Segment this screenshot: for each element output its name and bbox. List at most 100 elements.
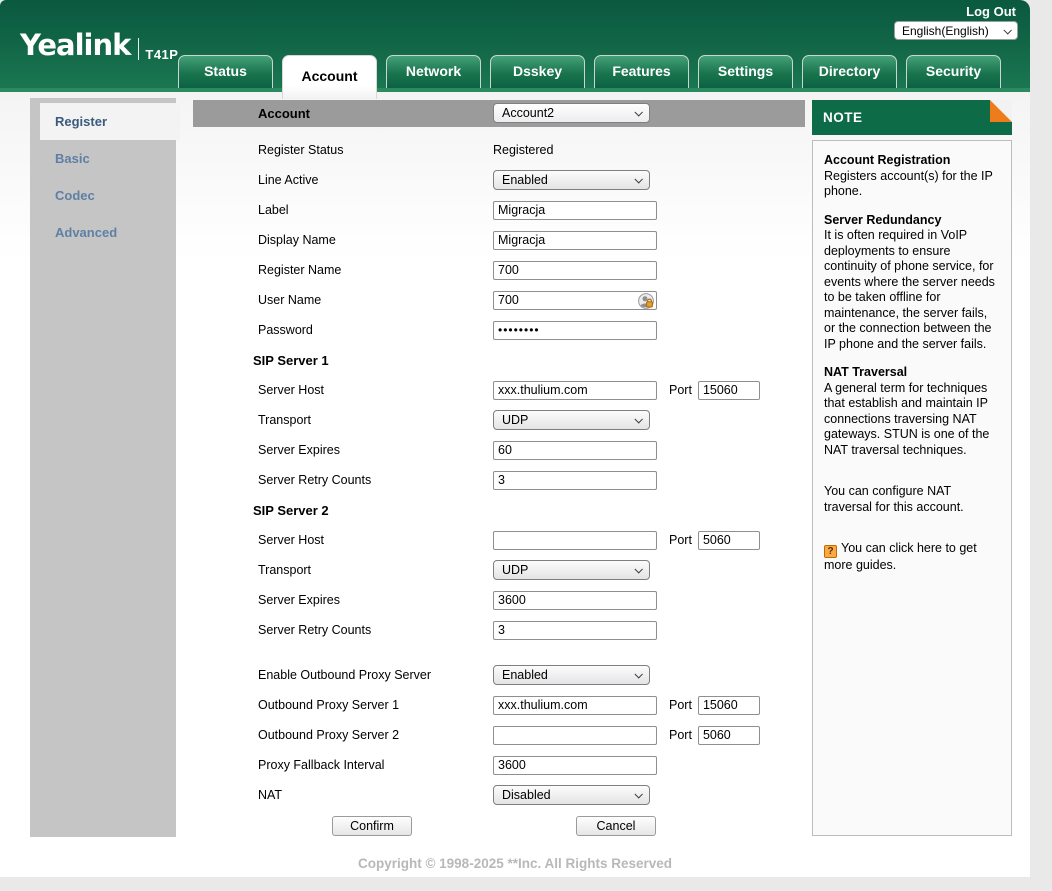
account-select[interactable]: Account2 — [493, 103, 650, 123]
server-host-input[interactable] — [493, 530, 657, 550]
account-bar: Account Account2 — [193, 100, 805, 127]
form-row-server-host: Server Host Port — [193, 375, 805, 405]
note-header: NOTE — [812, 100, 1012, 135]
form-row-server-host: Server Host Port — [193, 525, 805, 555]
display-name-label: Display Name — [258, 233, 336, 247]
language-select-value: English(English) — [902, 23, 989, 38]
proxy-fallback-interval-input[interactable] — [493, 755, 657, 775]
server-expires-input[interactable] — [493, 590, 657, 610]
outbound-proxy-server-2-input[interactable] — [493, 725, 657, 745]
transport-label: Transport — [258, 413, 312, 427]
transport-select[interactable]: UDP — [493, 560, 650, 580]
form-row-server-retry-counts: Server Retry Counts — [193, 615, 805, 645]
line-active-label: Line Active — [258, 173, 319, 187]
note-section-title: Server Redundancy — [824, 212, 942, 227]
server-host-port-input[interactable] — [697, 380, 760, 400]
line-active-select[interactable]: Enabled — [493, 170, 650, 190]
chevron-down-icon — [634, 790, 643, 799]
sidebar-item-register[interactable]: Register — [40, 103, 180, 140]
register-name-input[interactable] — [493, 260, 657, 280]
note-section-4: ? You can click here to get more guides. — [824, 541, 1000, 574]
form-row-outbound-proxy-server-1: Outbound Proxy Server 1 Port — [193, 690, 805, 720]
tab-security[interactable]: Security — [906, 55, 1001, 88]
line-active-select-value: Enabled — [502, 173, 548, 187]
form-row-enable-outbound-proxy-server: Enable Outbound Proxy Server Enabled — [193, 660, 805, 690]
form-row-outbound-proxy-server-2: Outbound Proxy Server 2 Port — [193, 720, 805, 750]
register-status-label: Register Status — [258, 143, 344, 157]
transport-select-value: UDP — [502, 413, 529, 427]
tab-network[interactable]: Network — [386, 55, 481, 88]
copyright-text: Copyright © 1998-2025 **Inc. All Rights … — [357, 856, 673, 871]
form-row-register-name: Register Name — [193, 255, 805, 285]
enable-outbound-proxy-server-select[interactable]: Enabled — [493, 665, 650, 685]
transport-select-value: UDP — [502, 563, 529, 577]
note-section-body[interactable]: You can click here to get more guides. — [824, 541, 977, 572]
chevron-down-icon — [634, 175, 643, 184]
form-row-server-expires: Server Expires — [193, 435, 805, 465]
logo-divider — [138, 38, 140, 60]
chevron-down-icon — [1003, 25, 1012, 35]
tab-features[interactable]: Features — [594, 55, 689, 88]
form-row-user-name: User Name — [193, 285, 805, 315]
outbound-proxy-server-1-port-input[interactable] — [697, 695, 760, 715]
note-section-3: You can configure NAT traversal for this… — [824, 484, 1000, 515]
section-header-sip-server-2: SIP Server 2 — [193, 495, 805, 525]
tab-status[interactable]: Status — [178, 55, 273, 88]
user-name-input-wrap — [493, 290, 657, 310]
server-expires-label: Server Expires — [258, 443, 340, 457]
form-row-proxy-fallback-interval: Proxy Fallback Interval — [193, 750, 805, 780]
password-label: Password — [258, 323, 313, 337]
form-spacer — [193, 645, 805, 660]
server-retry-counts-input[interactable] — [493, 620, 657, 640]
note-body: Account Registration Registers account(s)… — [812, 140, 1012, 836]
form-row-register-status: Register Status Registered — [193, 135, 805, 165]
server-host-port-input[interactable] — [697, 530, 760, 550]
label-label: Label — [258, 203, 289, 217]
footer: Copyright © 1998-2025 **Inc. All Rights … — [0, 856, 1030, 871]
credential-lock-icon[interactable] — [638, 292, 654, 309]
outbound-proxy-server-2-label: Outbound Proxy Server 2 — [258, 728, 400, 742]
tab-bar: Status Account Network Dsskey Features Settin… — [178, 55, 1010, 99]
form-row-display-name: Display Name — [193, 225, 805, 255]
outbound-proxy-server-2-port-input[interactable] — [697, 725, 760, 745]
account-select-value: Account2 — [502, 106, 555, 120]
server-expires-input[interactable] — [493, 440, 657, 460]
tab-directory[interactable]: Directory — [802, 55, 897, 88]
note-section-body: It is often required in VoIP deployments… — [824, 228, 995, 351]
logout-link[interactable]: Log Out — [966, 4, 1016, 19]
help-icon[interactable]: ? — [824, 545, 837, 558]
sidebar-item-basic[interactable]: Basic — [30, 140, 176, 177]
model-text: T41P — [145, 47, 179, 62]
language-select[interactable]: English(English) — [894, 21, 1018, 40]
nat-label: NAT — [258, 788, 283, 802]
outbound-proxy-server-1-input[interactable] — [493, 695, 657, 715]
cancel-button[interactable]: Cancel — [576, 816, 656, 836]
note-section-body: You can configure NAT traversal for this… — [824, 484, 964, 514]
tab-account[interactable]: Account — [282, 55, 377, 99]
form-rows: Register Status Registered Line Active Enab… — [193, 135, 805, 810]
chevron-down-icon — [634, 415, 643, 424]
section-title: SIP Server 2 — [253, 502, 329, 518]
server-retry-counts-input[interactable] — [493, 470, 657, 490]
content-area: Register Basic Codec Advanced Account Accou… — [0, 92, 1030, 877]
label-input[interactable] — [493, 200, 657, 220]
note-title: NOTE — [823, 110, 863, 125]
server-host-input[interactable] — [493, 380, 657, 400]
section-title: SIP Server 1 — [253, 352, 329, 368]
user-name-label: User Name — [258, 293, 322, 307]
sidebar-item-codec[interactable]: Codec — [30, 177, 176, 214]
note-panel: NOTE Account Registration Registers accou… — [812, 100, 1012, 836]
tab-settings[interactable]: Settings — [698, 55, 793, 88]
outbound-proxy-server-1-label: Outbound Proxy Server 1 — [258, 698, 400, 712]
nat-select[interactable]: Disabled — [493, 785, 650, 805]
outbound-proxy-server-2-port-label: Port — [669, 728, 692, 742]
tab-dsskey[interactable]: Dsskey — [490, 55, 585, 88]
display-name-input[interactable] — [493, 230, 657, 250]
confirm-button[interactable]: Confirm — [332, 816, 412, 836]
server-expires-label: Server Expires — [258, 593, 340, 607]
section-header-sip-server-1: SIP Server 1 — [193, 345, 805, 375]
transport-select[interactable]: UDP — [493, 410, 650, 430]
sidebar-item-advanced[interactable]: Advanced — [30, 214, 176, 251]
user-name-input[interactable] — [493, 290, 657, 310]
password-input[interactable] — [493, 320, 657, 340]
